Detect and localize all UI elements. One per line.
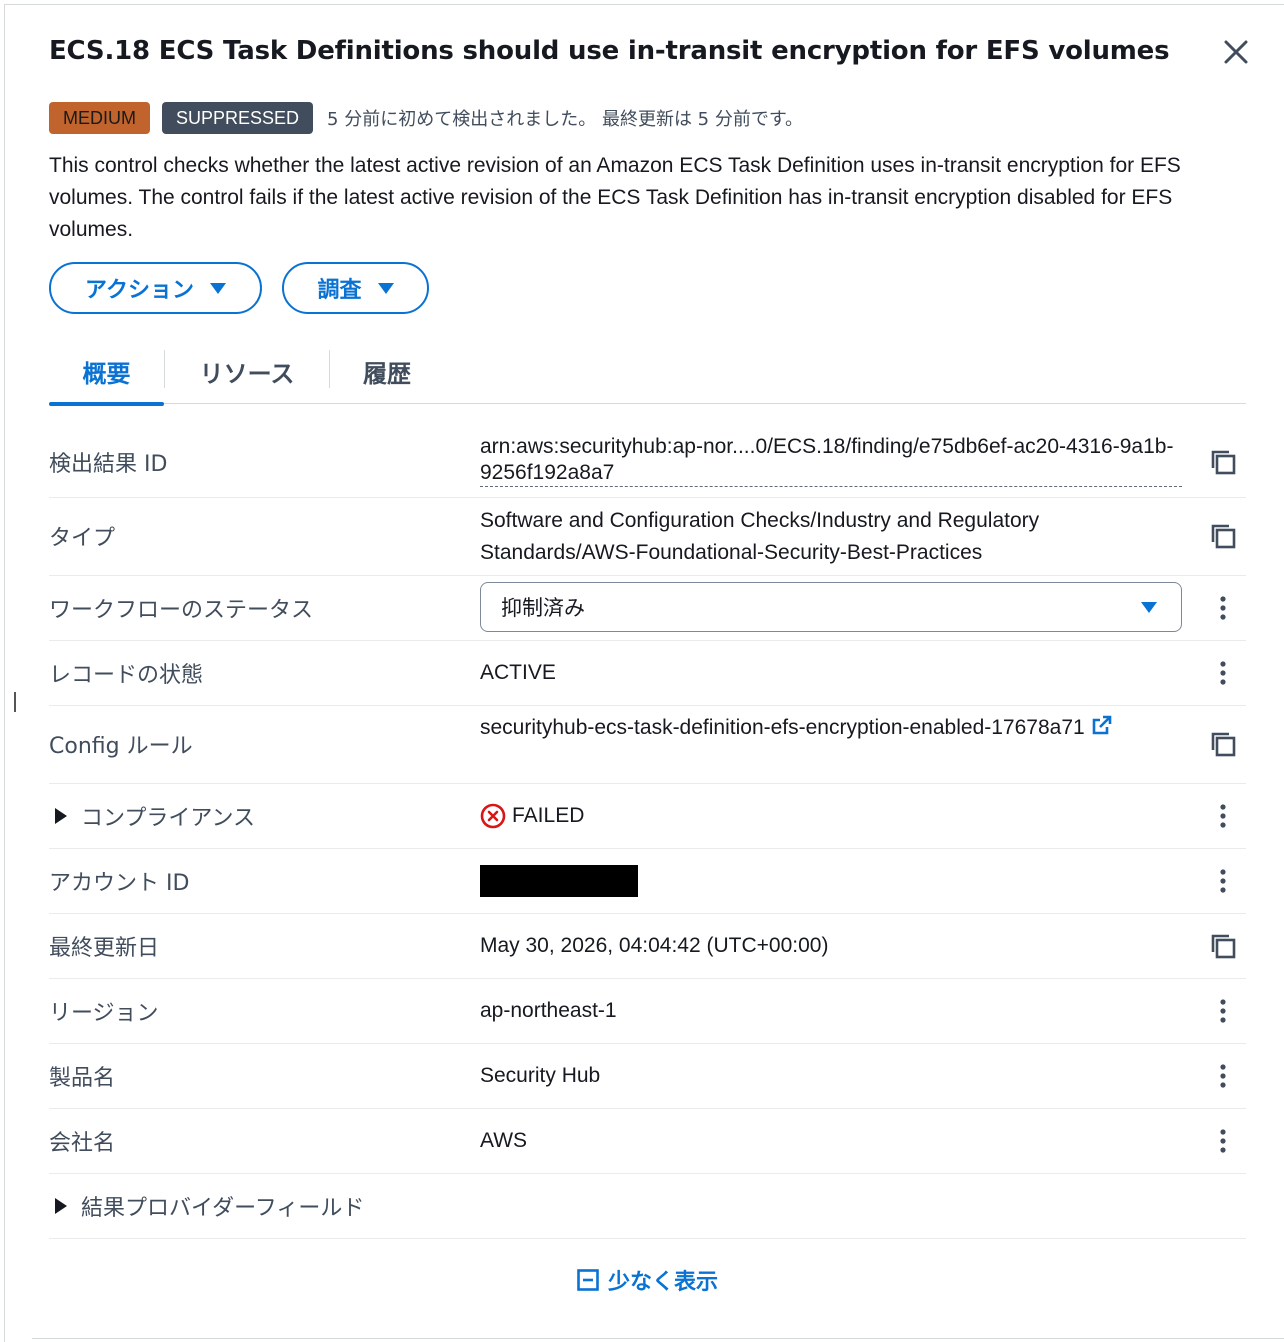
- more-vertical-icon: [1220, 596, 1226, 620]
- copy-icon: [1211, 732, 1236, 757]
- more-options-button[interactable]: [1207, 657, 1239, 689]
- provider-fields-expand-toggle[interactable]: 結果プロバイダーフィールド: [49, 1188, 364, 1224]
- more-options-button[interactable]: [1207, 1060, 1239, 1092]
- product-name-label: 製品名: [49, 1066, 116, 1091]
- detected-timestamp: 5 分前に初めて検出されました。 最終更新は 5 分前です。: [327, 109, 804, 130]
- more-vertical-icon: [1220, 869, 1226, 893]
- actions-button[interactable]: アクション: [49, 262, 262, 314]
- caret-right-icon: [55, 808, 67, 824]
- more-options-button[interactable]: [1207, 995, 1239, 1027]
- badge-row: MEDIUM SUPPRESSED 5 分前に初めて検出されました。 最終更新は…: [49, 102, 803, 134]
- copy-button[interactable]: [1207, 520, 1239, 552]
- more-vertical-icon: [1220, 804, 1226, 828]
- caret-down-icon: [1141, 601, 1157, 613]
- tab-history[interactable]: 履歴: [344, 338, 430, 404]
- finding-id-label: 検出結果 ID: [49, 452, 168, 477]
- close-icon: [1224, 40, 1248, 64]
- detail-row-product-name: 製品名 Security Hub: [49, 1044, 1246, 1109]
- config-rule-label: Config ルール: [49, 734, 193, 759]
- more-vertical-icon: [1220, 999, 1226, 1023]
- investigate-button[interactable]: 調査: [282, 262, 429, 314]
- caret-down-icon: [377, 282, 394, 294]
- finding-description: This control checks whether the latest a…: [49, 154, 1181, 241]
- account-id-label: アカウント ID: [49, 871, 190, 896]
- tab-overview[interactable]: 概要: [49, 338, 164, 406]
- more-vertical-icon: [1220, 661, 1226, 685]
- compliance-expand-toggle[interactable]: コンプライアンス: [49, 798, 255, 834]
- region-value: ap-northeast-1: [480, 999, 617, 1022]
- last-updated-value: May 30, 2026, 04:04:42 (UTC+00:00): [480, 934, 829, 957]
- type-value: Software and Configuration Checks/Indust…: [480, 509, 1040, 564]
- actions-button-label: アクション: [85, 278, 194, 303]
- detail-row-type: タイプ Software and Configuration Checks/In…: [49, 498, 1246, 576]
- detail-row-config-rule: Config ルール securityhub-ecs-task-definiti…: [49, 706, 1246, 784]
- compliance-label: コンプライアンス: [81, 806, 256, 831]
- config-rule-link[interactable]: securityhub-ecs-task-definition-efs-encr…: [480, 712, 1120, 744]
- company-name-label: 会社名: [49, 1131, 116, 1156]
- redacted-block: [480, 865, 638, 897]
- copy-icon: [1211, 934, 1236, 959]
- detail-row-compliance: コンプライアンス FAILED: [49, 784, 1246, 849]
- copy-button[interactable]: [1207, 728, 1239, 760]
- resize-handle[interactable]: [14, 692, 16, 712]
- last-updated-label: 最終更新日: [49, 936, 160, 961]
- detail-row-account-id: アカウント ID: [49, 849, 1246, 914]
- finding-id-value[interactable]: arn:aws:securityhub:ap-nor....0/ECS.18/f…: [480, 434, 1182, 487]
- detail-row-company-name: 会社名 AWS: [49, 1109, 1246, 1174]
- copy-button[interactable]: [1207, 930, 1239, 962]
- workflow-status-label: ワークフローのステータス: [49, 598, 314, 623]
- detail-row-workflow-status: ワークフローのステータス 抑制済み: [49, 576, 1246, 641]
- external-link-icon: [1092, 715, 1111, 735]
- detail-row-finding-id: 検出結果 ID arn:aws:securityhub:ap-nor....0/…: [49, 422, 1246, 498]
- more-vertical-icon: [1220, 1064, 1226, 1088]
- severity-badge: MEDIUM: [49, 102, 150, 134]
- copy-button[interactable]: [1207, 446, 1239, 478]
- workflow-badge: SUPPRESSED: [162, 102, 314, 134]
- more-options-button[interactable]: [1207, 800, 1239, 832]
- show-less-label: 少なく表示: [608, 1270, 719, 1295]
- tab-resources[interactable]: リソース: [179, 338, 315, 404]
- more-options-button[interactable]: [1207, 865, 1239, 897]
- type-label: タイプ: [49, 526, 116, 551]
- tab-divider: [164, 350, 165, 388]
- detail-row-region: リージョン ap-northeast-1: [49, 979, 1246, 1044]
- panel-bottom-border: [32, 1338, 1284, 1339]
- record-state-label: レコードの状態: [49, 663, 204, 688]
- copy-icon: [1211, 450, 1236, 475]
- record-state-value: ACTIVE: [480, 661, 556, 684]
- show-less-button[interactable]: 少なく表示: [576, 1264, 718, 1296]
- company-name-value: AWS: [480, 1129, 528, 1152]
- product-name-value: Security Hub: [480, 1064, 601, 1087]
- more-options-button[interactable]: [1207, 1125, 1239, 1157]
- workflow-status-value: 抑制済み: [501, 596, 585, 620]
- provider-fields-label: 結果プロバイダーフィールド: [81, 1196, 365, 1221]
- investigate-button-label: 調査: [317, 278, 362, 303]
- detail-row-last-updated: 最終更新日 May 30, 2026, 04:04:42 (UTC+00:00): [49, 914, 1246, 979]
- region-label: リージョン: [49, 1001, 159, 1026]
- close-button[interactable]: [1220, 36, 1252, 68]
- more-vertical-icon: [1220, 1129, 1226, 1153]
- tab-bar: 概要 リソース 履歴: [49, 338, 1246, 406]
- collapse-icon: [577, 1269, 599, 1291]
- compliance-value: FAILED: [512, 804, 585, 827]
- account-id-value: [480, 865, 1180, 897]
- detail-row-provider-fields: 結果プロバイダーフィールド: [49, 1174, 1246, 1239]
- caret-right-icon: [55, 1198, 67, 1214]
- workflow-status-select[interactable]: 抑制済み: [480, 582, 1182, 632]
- finding-title: ECS.18 ECS Task Definitions should use i…: [49, 36, 1170, 66]
- more-options-button[interactable]: [1207, 592, 1239, 624]
- detail-row-record-state: レコードの状態 ACTIVE: [49, 641, 1246, 706]
- tab-divider: [329, 350, 330, 388]
- caret-down-icon: [209, 282, 226, 294]
- compliance-status: FAILED: [480, 800, 1180, 832]
- copy-icon: [1211, 524, 1236, 549]
- config-rule-value: securityhub-ecs-task-definition-efs-encr…: [480, 716, 1085, 739]
- error-circle-icon: [480, 803, 506, 829]
